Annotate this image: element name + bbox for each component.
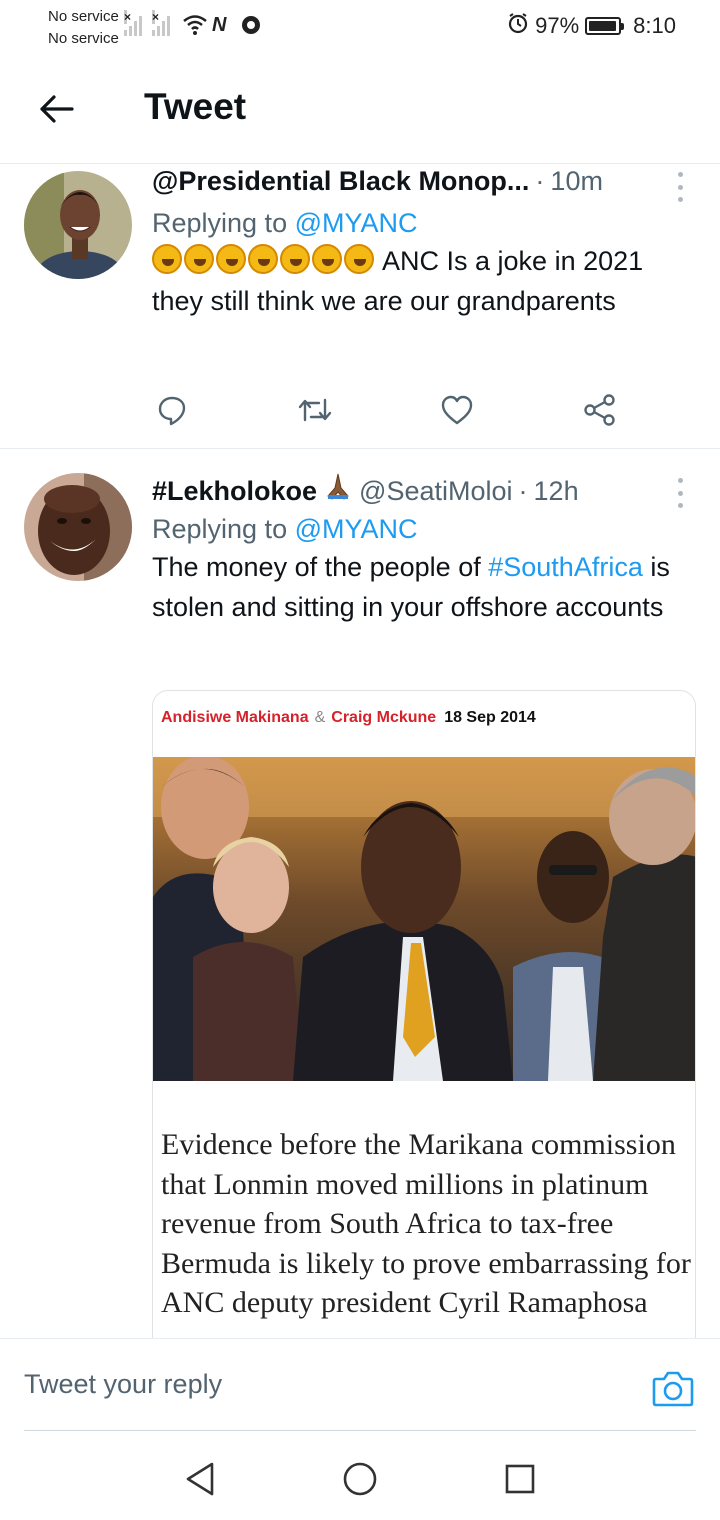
laughing-emoji-group [152,244,376,276]
separator-dot: · [535,166,545,196]
avatar[interactable] [24,473,132,581]
replying-prefix: Replying to [152,514,288,544]
retweet-icon [298,398,331,422]
nfc-icon: N [212,14,227,36]
nav-recents-button[interactable] [500,1459,540,1499]
home-circle-icon [343,1462,377,1496]
rolling-laughing-emoji [248,244,278,274]
tweet-time[interactable]: 10m [550,166,603,197]
tweet-reply[interactable]: #Lekholokoe @SeatiMoloi · 12h Replying t… [0,450,720,1370]
byline-ampersand: & [314,709,326,726]
dot-icon [677,197,683,202]
display-name[interactable]: #Lekholokoe [152,476,317,507]
reply-composer [0,1338,720,1430]
signal-icon: × [152,10,170,36]
reply-icon [158,396,186,426]
recents-square-icon [505,1464,535,1494]
link-card[interactable]: Andisiwe Makinana & Craig Mckune 18 Sep 201… [152,690,696,1370]
tweet-actions [152,390,620,430]
tweet-body-part1: The money of the people of [152,552,481,582]
top-app-bar: Tweet [0,56,720,164]
display-name[interactable]: @Presidential Black Monop... [152,166,529,197]
vpn-icon [240,14,262,42]
tweet-content: @Presidential Black Monop... · 10m Reply… [152,166,696,321]
more-options-button[interactable] [668,478,692,508]
article-byline: Andisiwe Makinana & Craig Mckune 18 Sep 201… [161,709,536,727]
rolling-laughing-emoji [152,244,182,274]
share-icon [584,394,615,426]
dot-icon [677,478,683,483]
signal-icon: × [124,10,142,36]
rolling-laughing-emoji [344,244,374,274]
camera-icon [652,1371,694,1407]
service-status-1: No service [48,8,119,25]
mention-link[interactable]: @MYANC [295,208,418,238]
tweet-content: #Lekholokoe @SeatiMoloi · 12h Replying t… [152,472,696,627]
system-nav-bar [0,1431,720,1520]
author-name: Andisiwe Makinana [161,709,309,726]
article-date: 18 Sep 2014 [444,709,536,726]
battery-percent: 97% [535,13,580,38]
arrow-left-icon [40,95,74,123]
dot-icon [677,503,683,508]
hashtag-link[interactable]: #SouthAfrica [488,552,643,582]
user-handle[interactable]: @SeatiMoloi [359,476,512,507]
battery-fill [589,21,617,31]
separator-dot: · [518,476,528,506]
article-photo[interactable] [153,755,695,1081]
retweet-button[interactable] [295,390,335,430]
share-button[interactable] [580,390,620,430]
dot-icon [677,172,683,177]
back-button[interactable] [30,86,82,132]
wifi-icon [182,14,208,42]
more-options-button[interactable] [668,172,692,202]
dot-icon [677,184,683,190]
dot-icon [677,490,683,496]
reply-button[interactable] [152,390,192,430]
nav-home-button[interactable] [340,1459,380,1499]
avatar[interactable] [24,171,132,279]
tweet-meta: #Lekholokoe @SeatiMoloi · 12h [152,472,696,506]
tweet-meta: @Presidential Black Monop... · 10m [152,166,696,200]
rolling-laughing-emoji [184,244,214,274]
tweet-text: ANC Is a joke in 2021 they still think w… [152,241,696,321]
folded-hands-emoji [325,472,351,500]
mention-link[interactable]: @MYANC [295,514,418,544]
rolling-laughing-emoji [312,244,342,274]
page-title: Tweet [144,86,247,127]
service-status-2: No service [48,30,119,47]
replying-to: Replying to @MYANC [152,514,696,545]
nav-back-button[interactable] [180,1459,220,1499]
replying-to: Replying to @MYANC [152,208,696,239]
status-bar: No service No service × × N 97% 8:10 [0,0,720,56]
heart-icon [442,395,473,425]
clock-time: 8:10 [633,13,676,38]
article-excerpt: Evidence before the Marikana commission … [161,1128,691,1319]
tweet-time[interactable]: 12h [534,476,579,507]
alarm-icon [507,12,529,40]
rolling-laughing-emoji [280,244,310,274]
battery-icon [585,17,625,35]
back-triangle-icon [186,1462,214,1496]
tweet-text: The money of the people of #SouthAfrica … [152,547,696,627]
camera-button[interactable] [652,1369,694,1409]
reply-input[interactable] [24,1369,584,1400]
like-button[interactable] [437,390,477,430]
status-right: 97% 8:10 [507,12,676,40]
tweet-reply[interactable]: @Presidential Black Monop... · 10m Reply… [0,166,720,449]
author-name: Craig Mckune [331,709,437,726]
rolling-laughing-emoji [216,244,246,274]
replying-prefix: Replying to [152,208,288,238]
